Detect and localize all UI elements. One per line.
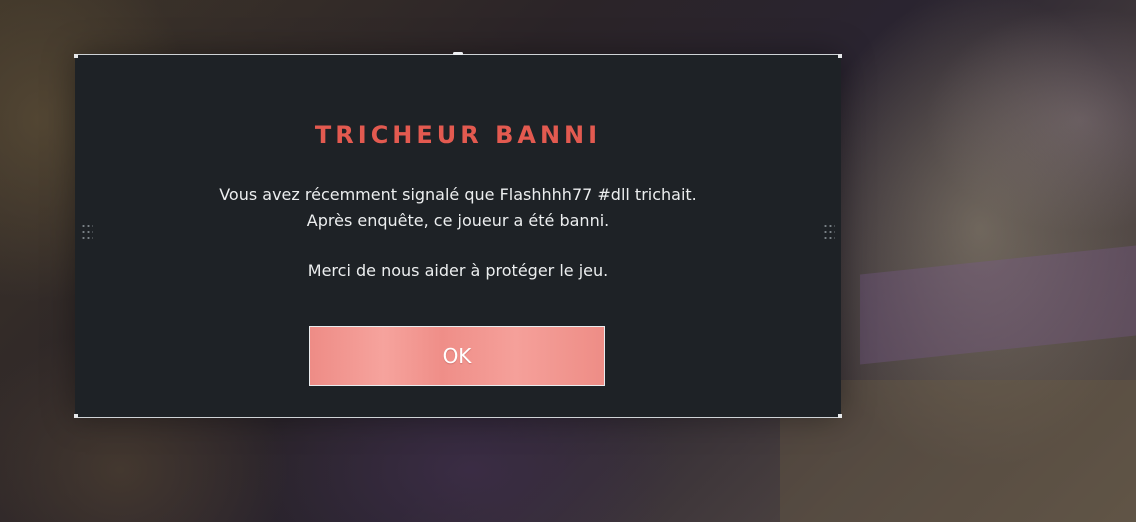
message-line: Après enquête, ce joueur a été banni. — [306, 211, 610, 230]
corner-tick — [838, 414, 842, 418]
dialog-message: Vous avez récemment signalé que Flashhhh… — [75, 182, 841, 234]
dialog-thanks: Merci de nous aider à protéger le jeu. — [75, 258, 841, 284]
top-notch — [453, 52, 463, 55]
message-line: Merci de nous aider à protéger le jeu. — [307, 261, 609, 280]
background-shape — [860, 245, 1136, 365]
corner-tick — [74, 414, 78, 418]
message-line: Vous avez récemment signalé que Flashhhh… — [219, 185, 697, 204]
ok-button[interactable]: OK — [309, 326, 605, 386]
corner-tick — [838, 54, 842, 58]
ok-button-label: OK — [442, 344, 472, 368]
cheater-banned-dialog: TRICHEUR BANNI Vous avez récemment signa… — [74, 52, 842, 418]
corner-tick — [74, 54, 78, 58]
dialog-title: TRICHEUR BANNI — [314, 121, 602, 149]
